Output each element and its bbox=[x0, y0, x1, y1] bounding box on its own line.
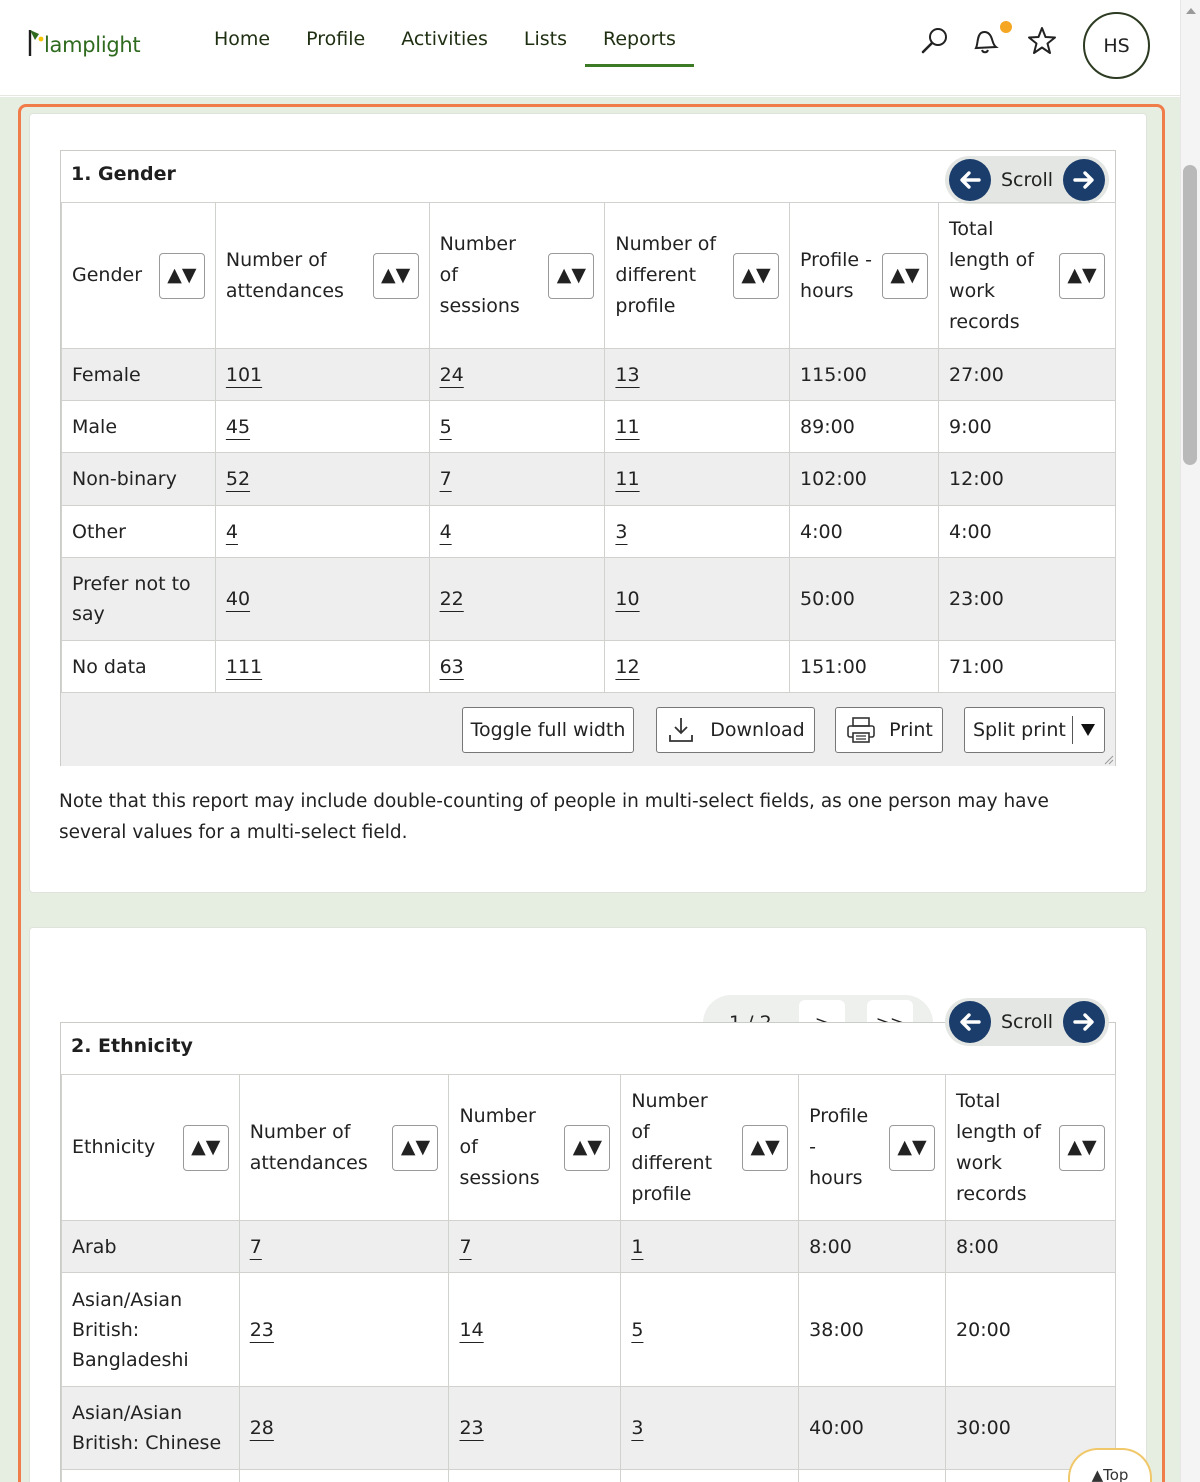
nav-lists[interactable]: Lists bbox=[506, 24, 585, 67]
brand-name: lamplight bbox=[44, 33, 141, 57]
lamp-icon bbox=[26, 26, 46, 56]
user-avatar[interactable]: HS bbox=[1083, 12, 1150, 79]
nav-reports[interactable]: Reports bbox=[585, 24, 694, 67]
nav-activities[interactable]: Activities bbox=[383, 24, 506, 67]
back-to-top-button[interactable]: ▲Top bbox=[1068, 1448, 1152, 1482]
focus-highlight bbox=[18, 104, 1165, 1482]
notification-dot bbox=[1000, 21, 1012, 33]
main-nav: Home Profile Activities Lists Reports bbox=[196, 24, 694, 67]
lamplight-logo[interactable]: lamplight bbox=[26, 22, 141, 57]
search-icon[interactable] bbox=[918, 24, 952, 58]
top-navigation-bar: lamplight Home Profile Activities Lists … bbox=[0, 0, 1180, 96]
nav-home[interactable]: Home bbox=[196, 24, 288, 67]
star-icon[interactable] bbox=[1025, 24, 1059, 58]
scrollbar-thumb[interactable] bbox=[1183, 165, 1197, 465]
nav-profile[interactable]: Profile bbox=[288, 24, 383, 67]
scroll-up-arrow-icon[interactable] bbox=[1186, 8, 1196, 14]
bell-icon[interactable] bbox=[968, 24, 1002, 58]
